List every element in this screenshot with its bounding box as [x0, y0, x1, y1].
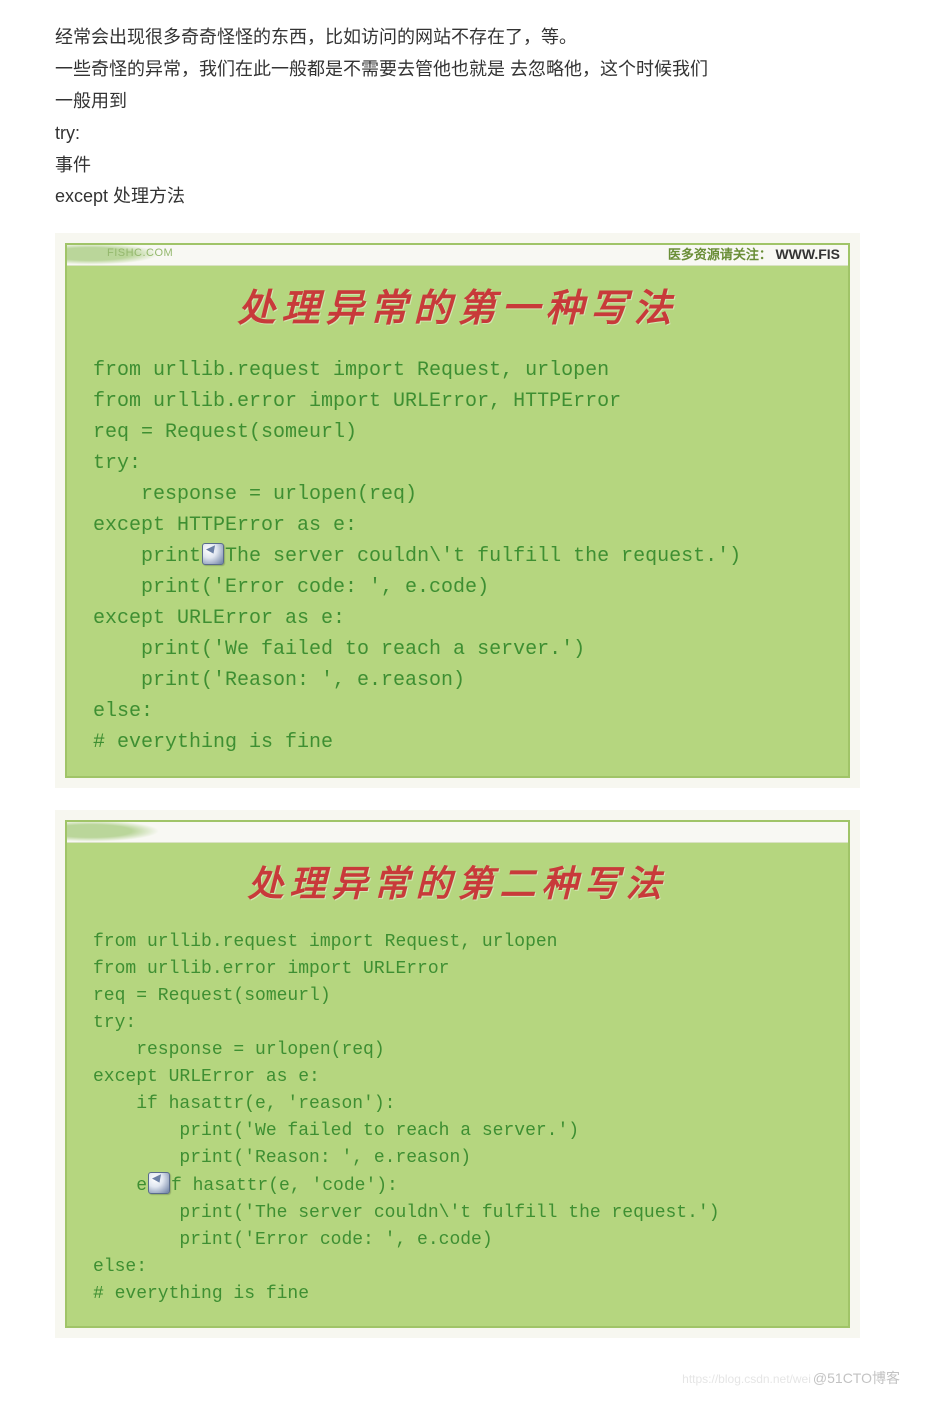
slide-2-inner: 处理异常的第二种写法 from urllib.request import Re… [65, 820, 850, 1328]
intro-line: 一些奇怪的异常，我们在此一般都是不需要去管他也就是 去忽略他，这个时候我们 [55, 56, 875, 84]
code-segment: print('The server couldn\'t fulfill the … [93, 1203, 720, 1304]
watermark-url: https://blog.csdn.net/wei [682, 1372, 811, 1386]
top-note-url: WWW.FIS [775, 246, 840, 262]
slide-1: FISHC.COM 医多资源请关注： WWW.FIS 处理异常的第一种写法 fr… [55, 233, 860, 788]
slide-2-title: 处理异常的第二种写法 [67, 857, 848, 913]
code-segment: from urllib.request import Request, urlo… [93, 359, 621, 568]
code-segment: from urllib.request import Request, urlo… [93, 932, 579, 1196]
top-domain-text: FISHC.COM [107, 245, 173, 262]
intro-line: 一般用到 [55, 88, 875, 116]
top-note: 医多资源请关注： WWW.FIS [668, 244, 840, 266]
leaf-logo-icon [67, 820, 187, 846]
top-note-cn: 医多资源请关注： [668, 247, 772, 262]
code-segment: f hasattr(e, 'code'): [171, 1176, 398, 1196]
slide-2-code: from urllib.request import Request, urlo… [67, 929, 848, 1308]
intro-line: 经常会出现很多奇奇怪怪的东西，比如访问的网站不存在了，等。 [55, 24, 875, 52]
slide-2: 处理异常的第二种写法 from urllib.request import Re… [55, 810, 860, 1338]
slide-top-bar: FISHC.COM 医多资源请关注： WWW.FIS [65, 243, 850, 266]
slide-1-inner: FISHC.COM 医多资源请关注： WWW.FIS 处理异常的第一种写法 fr… [65, 243, 850, 778]
cursor-icon [148, 1172, 170, 1194]
slide-1-title: 处理异常的第一种写法 [67, 280, 848, 339]
intro-line: 事件 [55, 152, 875, 180]
slide-top-bar [65, 820, 850, 843]
slide-1-code: from urllib.request import Request, urlo… [67, 355, 848, 758]
watermark: https://blog.csdn.net/wei@51CTO博客 [682, 1368, 900, 1390]
intro-text: 经常会出现很多奇奇怪怪的东西，比如访问的网站不存在了，等。 一些奇怪的异常，我们… [55, 24, 875, 211]
cursor-icon [202, 543, 224, 565]
code-segment: The server couldn\'t fulfill the request… [93, 545, 741, 754]
watermark-text: @51CTO博客 [813, 1370, 900, 1386]
intro-line: try: [55, 120, 875, 148]
intro-line: except 处理方法 [55, 183, 875, 211]
